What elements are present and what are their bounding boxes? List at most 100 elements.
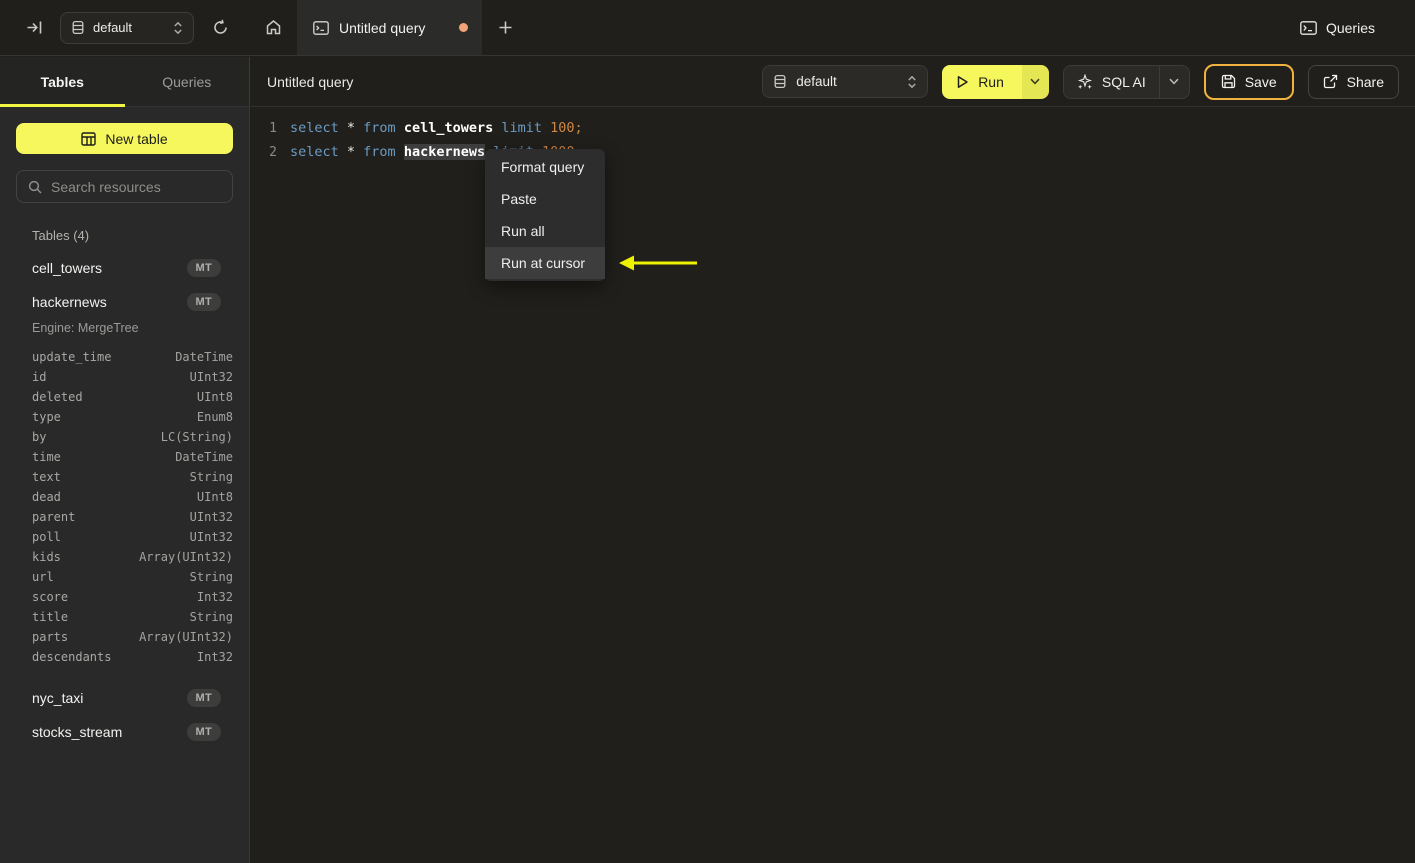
engine-badge: MT [186,723,221,741]
column-row-descendants: descendants Int32 [16,647,233,667]
column-row-parts: parts Array(UInt32) [16,627,233,647]
search-resources-input[interactable] [51,178,221,195]
column-name: type [32,409,61,424]
line-number: 2 [269,144,277,160]
column-row-type: type Enum8 [16,407,233,427]
column-row-update_time: update_time DateTime [16,347,233,367]
code-text: select * from cell_towers limit 100; [290,120,583,136]
column-name: descendants [32,649,112,664]
editor-context-menu: Format query Paste Run all Run at cursor [485,149,605,281]
column-type: UInt8 [196,389,233,404]
column-type: String [189,569,233,584]
topbar-database-selector[interactable]: default [60,11,194,44]
external-link-icon [1323,74,1338,89]
engine-badge: MT [186,689,221,707]
code-lines: 1 select * from cell_towers limit 100; 2 se… [251,116,1415,164]
column-row-score: score Int32 [16,587,233,607]
new-table-label: New table [105,130,168,147]
sidebar: Tables Queries New table Tables (4) cell… [0,57,250,863]
sparkles-icon [1077,73,1093,90]
save-icon [1221,74,1236,89]
sidebar-tab-queries[interactable]: Queries [125,57,250,106]
console-icon [313,20,329,35]
new-tab-button[interactable] [494,16,518,40]
annotation-arrow-icon [617,253,699,276]
sidebar-tab-tables[interactable]: Tables [0,57,125,107]
table-item-nyc_taxi[interactable]: nyc_taxi MT [16,681,233,715]
sidebar-tabs: Tables Queries [0,57,249,107]
column-name: poll [32,529,61,544]
context-menu-item-run-all[interactable]: Run all [485,215,605,247]
top-bar: default Untitled query Queries [0,0,1415,56]
queries-button[interactable]: Queries [1300,20,1375,36]
new-table-button[interactable]: New table [16,123,233,154]
column-row-time: time DateTime [16,447,233,467]
column-name: deleted [32,389,83,404]
column-name: url [32,569,54,584]
table-item-hackernews[interactable]: hackernews MT [16,285,233,319]
search-resources-box[interactable] [16,170,233,203]
tab-untitled-query[interactable]: Untitled query [297,0,482,55]
column-type: String [189,469,233,484]
share-button-label: Share [1346,73,1384,90]
table-name: stocks_stream [32,724,123,740]
column-type: Enum8 [196,409,233,424]
table-name: nyc_taxi [32,690,84,706]
share-button[interactable]: Share [1307,64,1399,99]
column-row-by: by LC(String) [16,427,233,447]
topbar-database-value: default [93,20,133,35]
sql-ai-button[interactable]: SQL AI [1064,66,1159,98]
topbar-left-controls: default [0,0,250,55]
collapse-sidebar-icon[interactable] [22,16,46,40]
home-icon[interactable] [262,16,286,40]
code-line-2[interactable]: 2select * from hackernews limit 1000 [251,140,1415,164]
engine-badge: MT [186,259,221,277]
table-name: hackernews [32,294,107,310]
context-menu-item-run-at-cursor[interactable]: Run at cursor [485,247,605,279]
engine-badge: MT [186,293,221,311]
refresh-icon[interactable] [208,16,232,40]
column-type: Array(UInt32) [139,629,233,644]
tables-list: cell_towers MT hackernews MT Engine: MergeTr… [16,251,233,749]
column-row-deleted: deleted UInt8 [16,387,233,407]
query-title: Untitled query [267,73,354,90]
run-options-caret[interactable] [1021,64,1049,99]
engine-label: Engine: MergeTree [32,321,139,335]
column-name: parts [32,629,69,644]
context-menu-item-paste[interactable]: Paste [485,183,605,215]
console-icon [1300,20,1317,35]
play-icon [956,75,969,89]
column-row-text: text String [16,467,233,487]
run-button[interactable]: Run [942,64,1022,99]
toolbar-database-selector[interactable]: default [762,65,929,98]
save-button[interactable]: Save [1203,63,1294,100]
table-item-cell_towers[interactable]: cell_towers MT [16,251,233,285]
sql-ai-caret[interactable] [1158,65,1189,98]
column-type: UInt32 [189,529,233,544]
queries-button-label: Queries [1325,19,1375,36]
table-name: cell_towers [32,260,103,276]
context-menu-item-format-query[interactable]: Format query [485,151,605,183]
database-icon [71,20,85,35]
save-button-label: Save [1244,73,1277,90]
column-type: UInt32 [189,369,233,384]
column-row-poll: poll UInt32 [16,527,233,547]
tab-label: Untitled query [339,19,426,36]
table-item-stocks_stream[interactable]: stocks_stream MT [16,715,233,749]
column-name: id [32,369,47,384]
column-name: title [32,609,69,624]
code-line-1[interactable]: 1 select * from cell_towers limit 100; [251,116,1415,140]
column-row-parent: parent UInt32 [16,507,233,527]
query-toolbar: Untitled query default Run SQL AI Save S… [251,57,1415,107]
column-row-dead: dead UInt8 [16,487,233,507]
sql-editor[interactable]: 1 select * from cell_towers limit 100; 2 se… [251,108,1415,863]
column-type: String [189,609,233,624]
column-type: Int32 [196,589,233,604]
column-name: dead [32,489,61,504]
column-type: DateTime [175,349,233,364]
column-row-url: url String [16,567,233,587]
column-row-kids: kids Array(UInt32) [16,547,233,567]
column-type: UInt32 [189,509,233,524]
tab-strip: Untitled query [250,0,1300,55]
column-name: time [32,449,61,464]
